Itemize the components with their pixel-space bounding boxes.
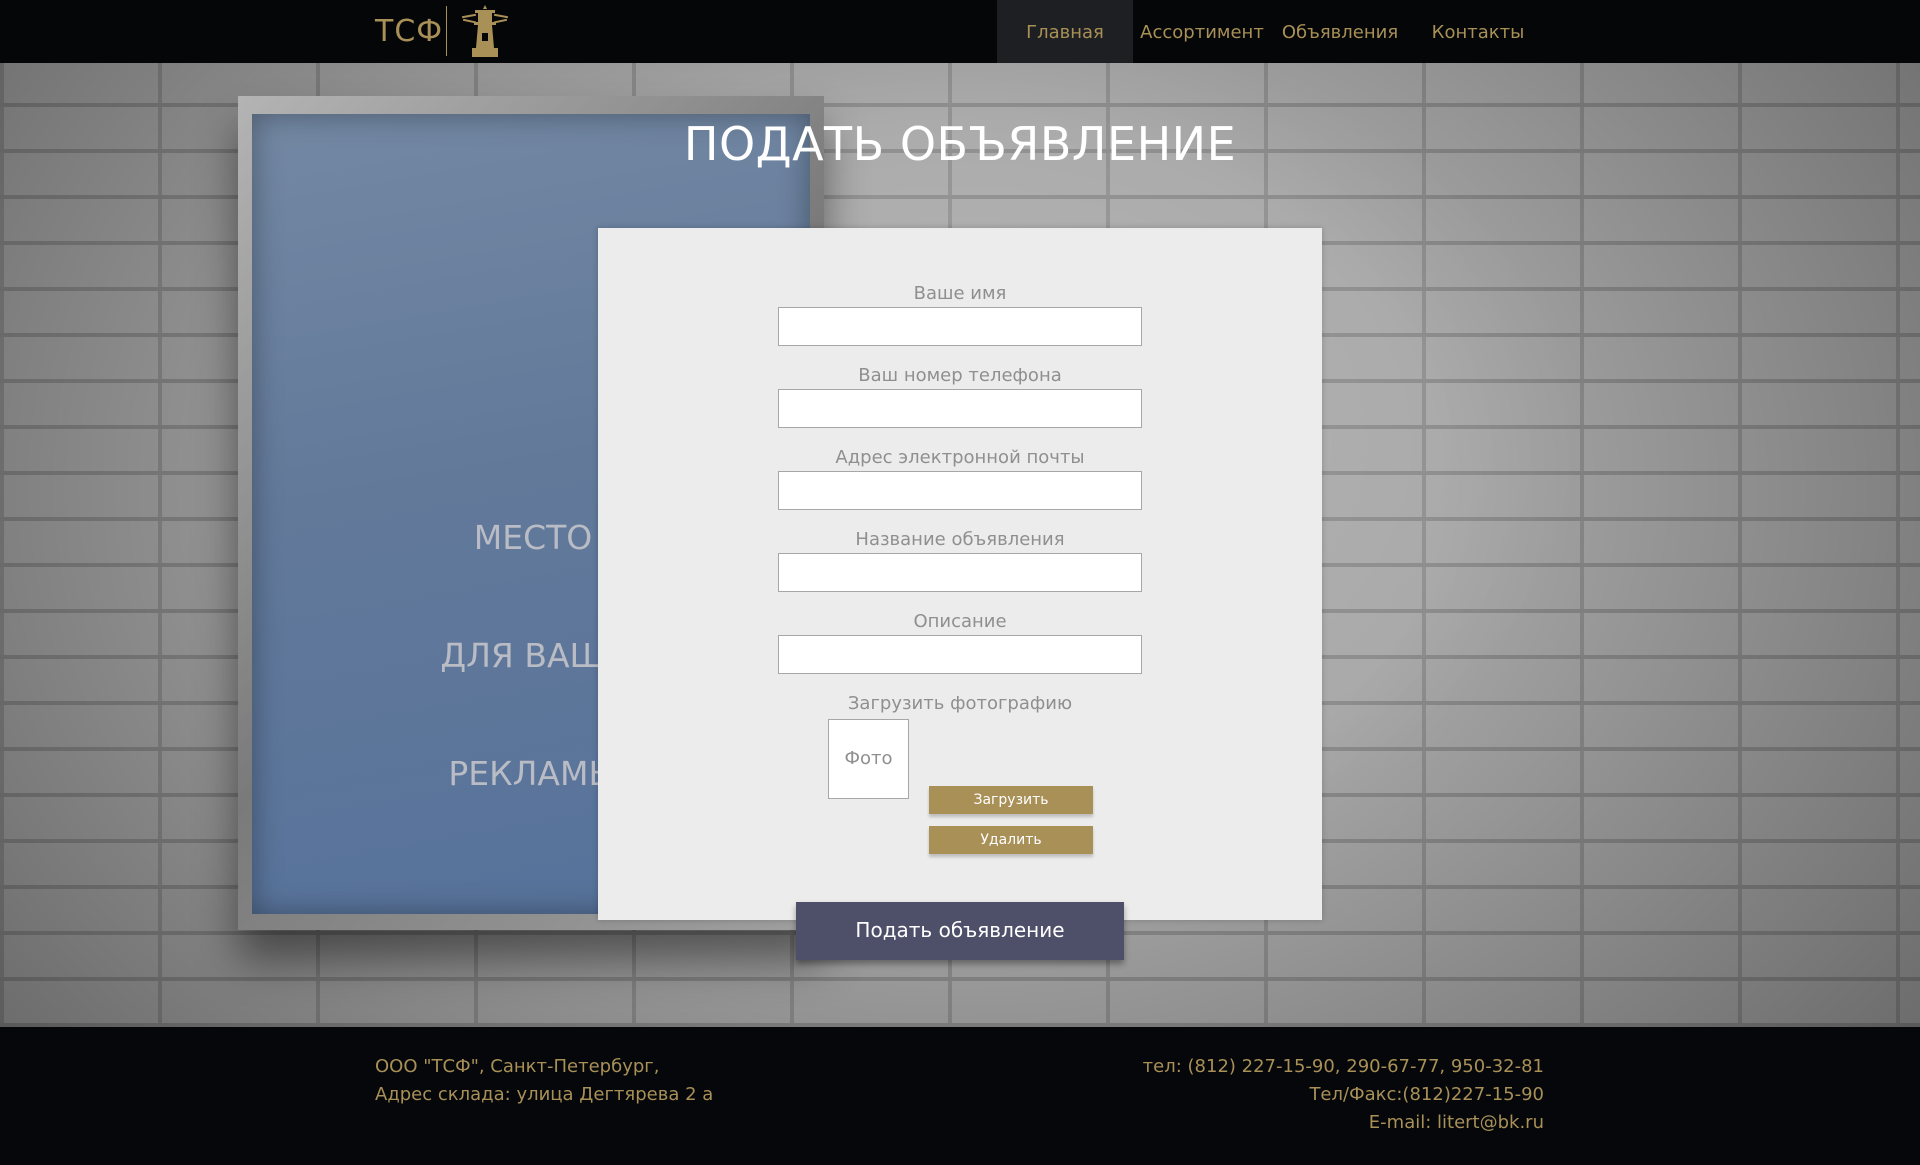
nav-item-assortment[interactable]: Ассортимент bbox=[1133, 0, 1271, 63]
photo-label: Загрузить фотографию bbox=[847, 693, 1073, 714]
nav-item-home[interactable]: Главная bbox=[997, 0, 1133, 63]
email-label: Адрес электронной почты bbox=[835, 447, 1085, 468]
submit-ad-form: Ваше имя Ваш номер телефона Адрес электр… bbox=[598, 228, 1322, 960]
phone-label: Ваш номер телефона bbox=[858, 365, 1062, 386]
main-nav: Главная Ассортимент Объявления Контакты bbox=[997, 0, 1547, 63]
upload-photo-button[interactable]: Загрузить bbox=[929, 786, 1093, 814]
lighthouse-icon[interactable] bbox=[458, 4, 512, 62]
footer-contacts: тел: (812) 227-15-90, 290-67-77, 950-32-… bbox=[1143, 1053, 1544, 1137]
phone-input[interactable] bbox=[778, 389, 1142, 428]
page-title: ПОДАТЬ ОБЪЯВЛЕНИЕ bbox=[683, 117, 1237, 171]
ad-title-label: Название объявления bbox=[855, 529, 1065, 550]
footer-phone: тел: (812) 227-15-90, 290-67-77, 950-32-… bbox=[1142, 1056, 1544, 1077]
description-input[interactable] bbox=[778, 635, 1142, 674]
email-input[interactable] bbox=[778, 471, 1142, 510]
footer-fax: Тел/Факс:(812)227-15-90 bbox=[1309, 1084, 1544, 1105]
name-label: Ваше имя bbox=[913, 283, 1007, 304]
footer-company-info: ООО "ТСФ", Санкт-Петербург, Адрес склада… bbox=[375, 1053, 713, 1109]
submit-ad-button[interactable]: Подать объявление bbox=[796, 902, 1124, 960]
delete-photo-button[interactable]: Удалить bbox=[929, 826, 1093, 854]
logo-text[interactable]: ТСФ bbox=[375, 14, 443, 49]
footer-company: ООО "ТСФ", Санкт-Петербург, bbox=[375, 1056, 660, 1077]
description-label: Описание bbox=[913, 611, 1007, 632]
site-header: ТСФ Главная Ассортимент Объявления Конта… bbox=[0, 0, 1920, 63]
nav-item-contacts[interactable]: Контакты bbox=[1409, 0, 1547, 63]
ad-title-input[interactable] bbox=[778, 553, 1142, 592]
logo-divider bbox=[446, 6, 447, 56]
name-input[interactable] bbox=[778, 307, 1142, 346]
footer-email[interactable]: E-mail: litert@bk.ru bbox=[1143, 1109, 1544, 1137]
hero-section: МЕСТО ДЛЯ ВАШЕ РЕКЛАМЫ ПОДАТЬ ОБЪЯВЛЕНИЕ… bbox=[0, 63, 1920, 1027]
photo-preview: Фото bbox=[828, 719, 909, 799]
nav-item-ads[interactable]: Объявления bbox=[1271, 0, 1409, 63]
footer-address: Адрес склада: улица Дегтярева 2 а bbox=[375, 1084, 714, 1105]
site-footer: ООО "ТСФ", Санкт-Петербург, Адрес склада… bbox=[0, 1027, 1920, 1165]
